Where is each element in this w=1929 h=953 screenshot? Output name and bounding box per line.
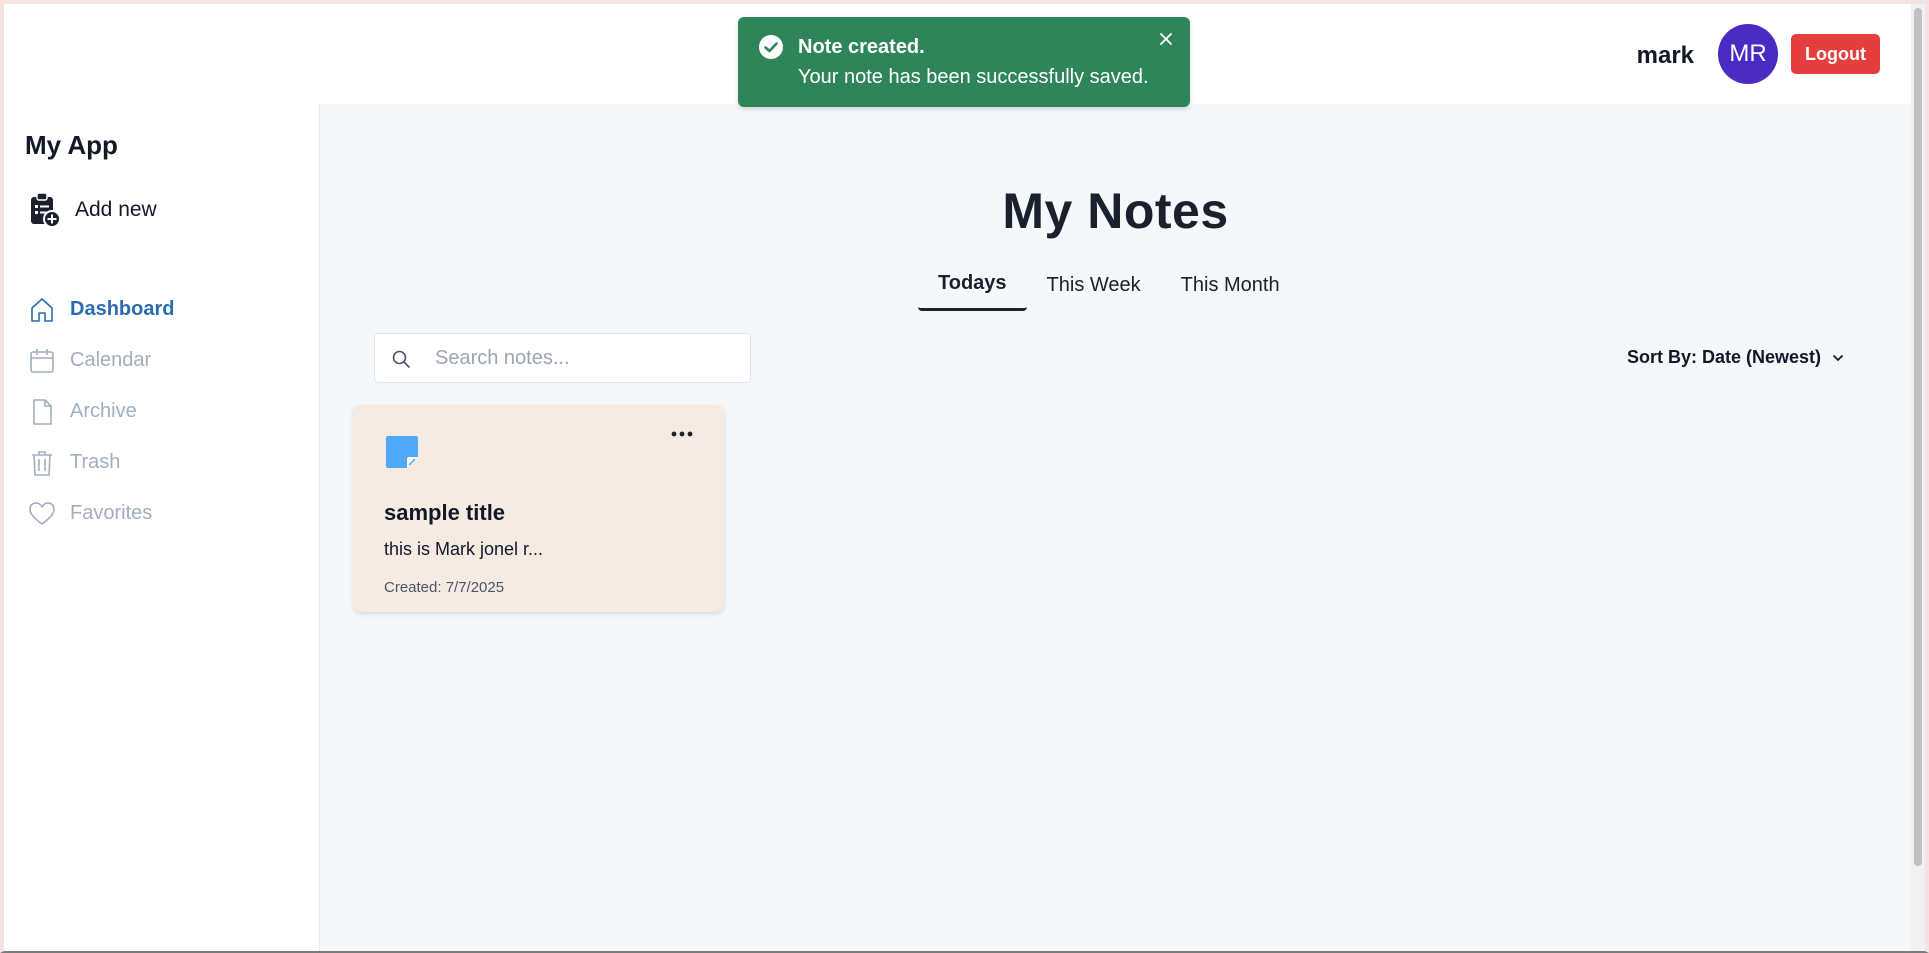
main-content: My Notes Todays This Week This Month Sor… (320, 104, 1911, 951)
sticky-note-icon (386, 436, 418, 468)
close-icon[interactable] (1156, 29, 1176, 49)
app-brand: My App (25, 130, 118, 160)
chevron-down-icon (1833, 354, 1843, 361)
sidebar-item-trash[interactable]: Trash (28, 437, 174, 488)
sidebar-item-label: Trash (70, 451, 121, 473)
sidebar-item-calendar[interactable]: Calendar (28, 335, 174, 386)
sidebar-item-dashboard[interactable]: Dashboard (28, 284, 174, 335)
vertical-scrollbar[interactable] (1911, 4, 1925, 951)
sidebar-item-favorites[interactable]: Favorites (28, 488, 174, 539)
add-new-label: Add new (75, 198, 157, 221)
sidebar-item-label: Favorites (70, 502, 153, 524)
sidebar-item-archive[interactable]: Archive (28, 386, 174, 437)
sidebar-item-label: Dashboard (70, 298, 175, 320)
more-options-icon[interactable] (670, 427, 694, 441)
search-box (374, 333, 751, 383)
avatar[interactable]: MR (1718, 24, 1778, 84)
sidebar-item-label: Archive (70, 400, 137, 422)
tab-bar: Todays This Week This Month (918, 259, 1300, 311)
search-input[interactable] (435, 334, 735, 382)
search-icon (392, 350, 410, 368)
trash-icon (32, 450, 52, 476)
app-window: mark MR Logout My App Add new Dashboard … (0, 0, 1929, 953)
page-title: My Notes (1002, 183, 1229, 239)
tab-this-week[interactable]: This Week (1027, 259, 1161, 311)
sidebar-nav: Dashboard Calendar Archive Trash Favorit… (28, 284, 174, 539)
tab-this-month[interactable]: This Month (1161, 259, 1300, 311)
calendar-icon (30, 348, 54, 373)
sort-dropdown[interactable]: Sort By: Date (Newest) (1627, 347, 1845, 368)
add-new-button[interactable]: Add new (29, 192, 157, 228)
note-card[interactable]: sample title this is Mark jonel r... Cre… (353, 405, 724, 612)
tab-todays[interactable]: Todays (918, 259, 1027, 311)
note-preview: this is Mark jonel r... (384, 539, 544, 559)
clipboard-add-icon (31, 192, 61, 228)
note-created-date: Created: 7/7/2025 (384, 579, 505, 596)
success-toast: Note created. Your note has been success… (738, 17, 1190, 107)
sidebar: My App Add new Dashboard Calendar Archiv… (4, 104, 320, 951)
sidebar-item-label: Calendar (70, 349, 152, 371)
check-circle-icon (759, 35, 783, 59)
user-name: mark (1636, 42, 1694, 69)
toast-message: Your note has been successfully saved. (798, 66, 1149, 88)
sort-label: Sort By: Date (Newest) (1626, 347, 1821, 367)
note-title: sample title (384, 500, 506, 525)
logout-button[interactable]: Logout (1791, 34, 1880, 74)
file-icon (33, 398, 52, 425)
scrollbar-thumb[interactable] (1914, 8, 1922, 866)
heart-icon (29, 501, 55, 525)
toast-title: Note created. (798, 36, 925, 58)
home-icon (31, 297, 53, 322)
